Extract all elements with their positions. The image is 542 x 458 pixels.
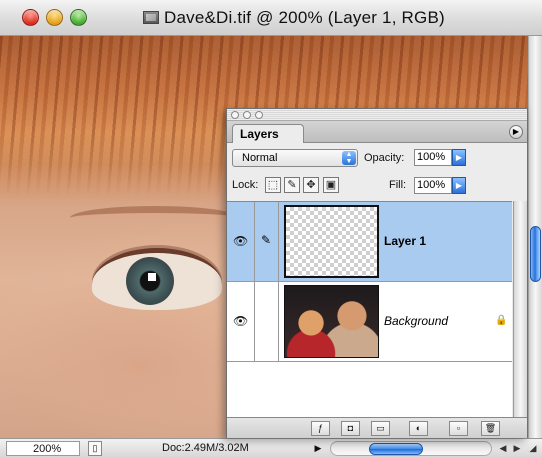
fill-label: Fill: (389, 179, 407, 191)
zoom-window-button[interactable] (70, 9, 87, 26)
layer-link-cell[interactable] (255, 282, 279, 362)
zoom-level-field[interactable]: 200% (6, 441, 80, 456)
eyebrow (70, 206, 240, 230)
lock-position-icon[interactable]: ✥ (303, 177, 319, 193)
layer-thumbnail (284, 285, 379, 358)
document-size-readout: Doc:2.49M/3.02M (162, 442, 249, 454)
resize-grip-icon[interactable]: ◢ (526, 441, 540, 456)
iris (126, 257, 174, 305)
eye-icon: 👁 (233, 314, 249, 328)
add-layer-mask-icon[interactable]: ◘ (341, 421, 360, 436)
status-bar: 200% ▯ Doc:2.49M/3.02M ▶ ◀ ▶ ◢ (0, 438, 542, 458)
palette-close-button[interactable] (231, 111, 239, 119)
window-title-bar[interactable]: Dave&Di.tif @ 200% (Layer 1, RGB) (0, 0, 542, 36)
palette-button-bar: ƒ ◘ ▭ ◐ ▫ 🗑 (227, 417, 527, 438)
fill-input[interactable]: 100% (414, 177, 452, 194)
status-menu-arrow-icon[interactable]: ▶ (312, 442, 324, 455)
delete-layer-trash-icon[interactable]: 🗑 (481, 421, 500, 436)
palette-zoom-button[interactable] (255, 111, 263, 119)
document-info-icon[interactable]: ▯ (88, 441, 102, 456)
layer-thumbnail (284, 205, 379, 278)
layers-scrollbar[interactable] (513, 201, 527, 417)
minimize-window-button[interactable] (46, 9, 63, 26)
opacity-slider-arrow-icon[interactable]: ▶ (452, 149, 466, 166)
layer-name[interactable]: Layer 1 (384, 234, 426, 248)
palette-tab-strip: Layers ▶ (227, 121, 527, 143)
document-vertical-scroll-thumb[interactable] (530, 226, 541, 282)
lock-icon: 🔒 (495, 315, 508, 326)
scroll-left-arrow-icon[interactable]: ◀ (496, 441, 510, 456)
layer-row-background[interactable]: 👁 Background 🔒 (227, 282, 512, 362)
lock-image-pixels-icon[interactable]: ✎ (284, 177, 300, 193)
tab-layers[interactable]: Layers (232, 124, 304, 143)
palette-minimize-button[interactable] (243, 111, 251, 119)
lock-label: Lock: (232, 179, 259, 191)
paintbrush-icon: ✎ (260, 233, 272, 247)
window-title: Dave&Di.tif @ 200% (Layer 1, RGB) (164, 8, 445, 27)
layers-list: 👁 ✎ Layer 1 👁 Background 🔒 (227, 201, 512, 417)
close-window-button[interactable] (22, 9, 39, 26)
lock-transparency-icon[interactable]: ⬚ (265, 177, 281, 193)
lock-all-icon[interactable]: ▣ (323, 177, 339, 193)
blend-mode-select[interactable]: Normal ▲ ▼ (232, 149, 358, 167)
palette-title-bar[interactable] (227, 109, 527, 121)
document-proxy-icon[interactable] (143, 11, 159, 24)
new-layer-icon[interactable]: ▫ (449, 421, 468, 436)
layer-visibility-toggle[interactable]: 👁 (227, 202, 255, 282)
layers-palette: Layers ▶ Normal ▲ ▼ Opacity: 100% ▶ Lock:… (226, 108, 528, 438)
layer-link-cell[interactable]: ✎ (255, 202, 279, 282)
document-vertical-scrollbar[interactable] (528, 36, 542, 438)
scroll-right-arrow-icon[interactable]: ▶ (510, 441, 524, 456)
document-horizontal-scrollbar[interactable] (330, 441, 492, 456)
opacity-input[interactable]: 100% (414, 149, 452, 166)
layer-row-layer-1[interactable]: 👁 ✎ Layer 1 (227, 202, 512, 282)
catchlight (148, 273, 156, 281)
eye-icon: 👁 (233, 234, 249, 248)
opacity-label: Opacity: (364, 152, 405, 164)
palette-menu-arrow-icon[interactable]: ▶ (509, 125, 523, 139)
eye (92, 248, 222, 310)
blend-mode-value: Normal (242, 152, 278, 164)
new-layer-set-icon[interactable]: ▭ (371, 421, 390, 436)
add-layer-style-icon[interactable]: ƒ (311, 421, 330, 436)
new-adjustment-layer-icon[interactable]: ◐ (409, 421, 428, 436)
fill-slider-arrow-icon[interactable]: ▶ (452, 177, 466, 194)
layer-name[interactable]: Background (384, 314, 448, 328)
blend-mode-stepper-icon[interactable]: ▲ ▼ (342, 151, 356, 165)
document-horizontal-scroll-thumb[interactable] (369, 443, 423, 455)
layer-visibility-toggle[interactable]: 👁 (227, 282, 255, 362)
